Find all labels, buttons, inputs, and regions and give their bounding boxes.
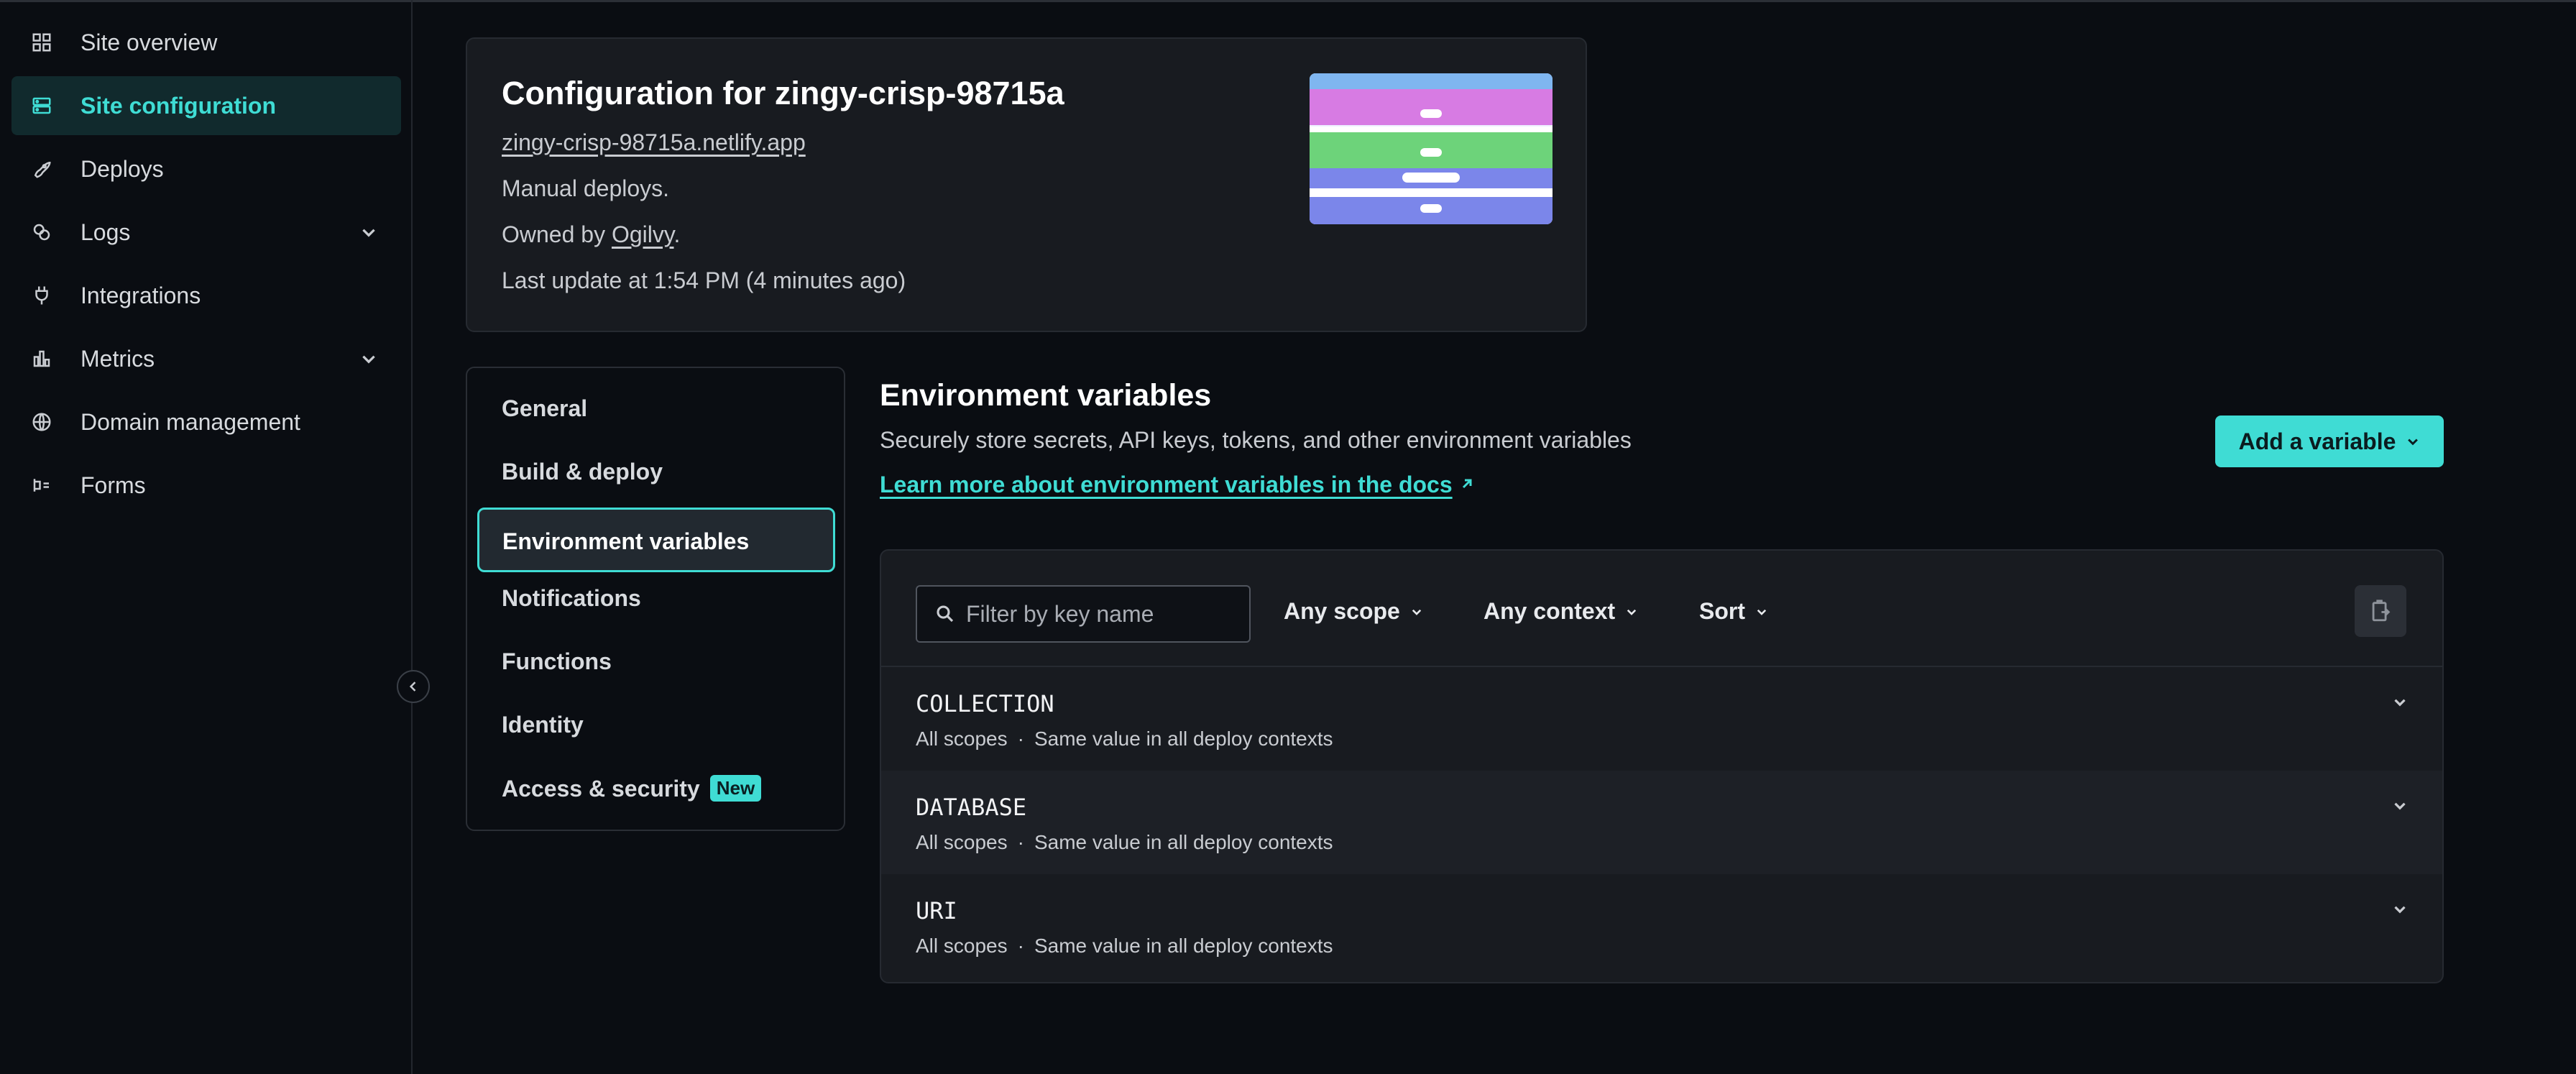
- server-icon: [27, 91, 56, 120]
- variable-row[interactable]: DATABASE All scopes · Same value in all de…: [881, 771, 2442, 874]
- tab-label: Environment variables: [502, 528, 750, 554]
- sidebar-item-metrics[interactable]: Metrics: [12, 329, 401, 388]
- tab-notifications[interactable]: Notifications: [502, 585, 641, 612]
- sidebar-item-forms[interactable]: Forms: [12, 456, 401, 515]
- page-title: Configuration for zingy-crisp-98715a: [502, 75, 1064, 111]
- sidebar-item-domain-management[interactable]: Domain management: [12, 393, 401, 451]
- variable-key: COLLECTION: [916, 690, 1054, 717]
- tab-environment-variables[interactable]: Environment variables: [477, 508, 835, 572]
- chevron-down-icon[interactable]: [359, 349, 378, 368]
- globe-icon: [27, 408, 56, 436]
- sidebar-item-label: Deploys: [80, 155, 164, 182]
- add-variable-label: Add a variable: [2238, 428, 2396, 454]
- sidebar-item-deploys[interactable]: Deploys: [12, 139, 401, 198]
- chevron-down-icon[interactable]: [2391, 693, 2409, 712]
- tab-functions[interactable]: Functions: [502, 648, 612, 675]
- tab-general[interactable]: General: [502, 395, 587, 422]
- variable-context: Same value in all deploy contexts: [1034, 728, 1333, 750]
- variable-context: Same value in all deploy contexts: [1034, 831, 1333, 853]
- chevron-down-icon[interactable]: [359, 223, 378, 242]
- chevron-down-icon: [1412, 609, 1422, 615]
- chevron-down-icon[interactable]: [2391, 797, 2409, 815]
- deploy-mode-text: Manual deploys.: [502, 175, 670, 201]
- site-preview-thumbnail[interactable]: [1310, 73, 1552, 224]
- clipboard-icon: [2372, 600, 2391, 622]
- collapse-sidebar-button[interactable]: [397, 670, 430, 703]
- variable-meta: All scopes · Same value in all deploy cont…: [916, 831, 1333, 853]
- bar-chart-icon: [27, 344, 56, 373]
- variable-scope: All scopes: [916, 935, 1008, 957]
- grid-icon: [27, 28, 56, 57]
- variable-key: URI: [916, 897, 957, 924]
- sort-dropdown[interactable]: Sort: [1699, 598, 1768, 625]
- sidebar-item-site-overview[interactable]: Site overview: [12, 13, 401, 72]
- sidebar: Site overview Site configuration Deploys…: [0, 0, 413, 1074]
- filter-input[interactable]: [966, 600, 1239, 628]
- site-summary-card: Configuration for zingy-crisp-98715a zin…: [466, 37, 1587, 332]
- context-dropdown[interactable]: Any context: [1484, 598, 1638, 625]
- owner-suffix: .: [673, 221, 681, 247]
- sidebar-item-label: Logs: [80, 219, 131, 245]
- section-title: Environment variables: [880, 378, 1212, 413]
- variable-row[interactable]: COLLECTION All scopes · Same value in all …: [881, 667, 2442, 771]
- filter-field[interactable]: [916, 585, 1251, 643]
- sort-dropdown-label: Sort: [1699, 598, 1745, 624]
- tab-label: Access & security: [502, 776, 700, 802]
- chevron-down-icon[interactable]: [2391, 900, 2409, 919]
- export-variables-button[interactable]: [2355, 585, 2406, 637]
- settings-nav: General Build & deploy Environment varia…: [466, 367, 845, 831]
- new-badge: New: [709, 775, 762, 802]
- tab-identity[interactable]: Identity: [502, 712, 584, 738]
- last-update-text: Last update at 1:54 PM (4 minutes ago): [502, 267, 906, 293]
- rocket-icon: [27, 155, 56, 183]
- tab-access-security[interactable]: Access & security New: [502, 775, 762, 802]
- sidebar-item-label: Site overview: [80, 29, 218, 55]
- variable-scope: All scopes: [916, 728, 1008, 750]
- search-icon: [937, 605, 954, 623]
- sidebar-item-label: Forms: [80, 472, 146, 498]
- chevron-down-icon: [1627, 609, 1637, 615]
- sidebar-item-integrations[interactable]: Integrations: [12, 266, 401, 325]
- variable-meta: All scopes · Same value in all deploy cont…: [916, 728, 1333, 750]
- tab-build-deploy[interactable]: Build & deploy: [502, 459, 663, 485]
- context-dropdown-label: Any context: [1484, 598, 1616, 624]
- add-variable-button[interactable]: Add a variable: [2215, 416, 2444, 467]
- variable-scope: All scopes: [916, 831, 1008, 853]
- scope-dropdown[interactable]: Any scope: [1284, 598, 1423, 625]
- variable-meta: All scopes · Same value in all deploy cont…: [916, 935, 1333, 957]
- plug-icon: [27, 281, 56, 310]
- sidebar-item-label: Metrics: [80, 345, 155, 372]
- sidebar-item-label: Integrations: [80, 282, 201, 308]
- scope-dropdown-label: Any scope: [1284, 598, 1400, 624]
- chevron-down-icon: [1757, 609, 1767, 615]
- owner-text: Owned by Ogilvy.: [502, 221, 680, 248]
- sidebar-item-logs[interactable]: Logs: [12, 203, 401, 262]
- variable-row[interactable]: URI All scopes · Same value in all deploy …: [881, 874, 2442, 978]
- site-url-link[interactable]: zingy-crisp-98715a.netlify.app: [502, 129, 806, 156]
- forms-icon: [27, 471, 56, 500]
- owner-link[interactable]: Ogilvy: [612, 221, 674, 247]
- owner-prefix: Owned by: [502, 221, 612, 247]
- chevron-down-icon: [2408, 439, 2419, 446]
- logs-icon: [27, 218, 56, 247]
- docs-link[interactable]: Learn more about environment variables i…: [880, 472, 1476, 498]
- docs-link-label: Learn more about environment variables i…: [880, 472, 1453, 497]
- chevron-left-icon: [409, 681, 416, 692]
- env-variables-panel: Any scope Any context Sort COLLECTION Al…: [880, 549, 2444, 983]
- variable-key: DATABASE: [916, 794, 1027, 821]
- external-arrow-icon: [1462, 479, 1472, 489]
- sidebar-item-site-configuration[interactable]: Site configuration: [12, 76, 401, 135]
- sidebar-item-label: Site configuration: [80, 92, 276, 119]
- sidebar-item-label: Domain management: [80, 408, 300, 435]
- variable-context: Same value in all deploy contexts: [1034, 935, 1333, 957]
- section-description: Securely store secrets, API keys, tokens…: [880, 427, 1632, 453]
